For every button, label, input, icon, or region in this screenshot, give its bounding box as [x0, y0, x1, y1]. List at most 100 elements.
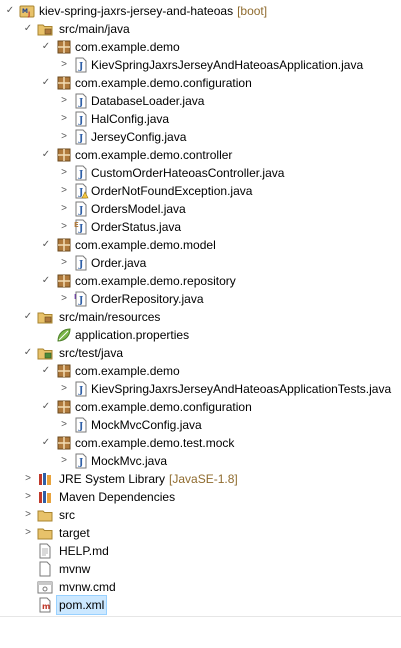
tree-row-file-application-tests[interactable]: > J KievSpringJaxrsJerseyAndHateoasAppli… [0, 380, 401, 398]
chevron-down-icon[interactable]: ✓ [40, 362, 52, 380]
tree-label: com.example.demo.controller [75, 148, 233, 162]
chevron-down-icon[interactable]: ✓ [4, 2, 16, 20]
java-file-icon: J [73, 255, 89, 271]
chevron-right-icon[interactable]: > [58, 290, 70, 308]
chevron-down-icon[interactable]: ✓ [40, 236, 52, 254]
package-icon [56, 39, 72, 55]
tree-row-file-pom[interactable]: m pom.xml [0, 595, 401, 615]
tree-label: mvnw.cmd [59, 580, 116, 594]
tree-row-file-application[interactable]: > J KievSpringJaxrsJerseyAndHateoasAppli… [0, 56, 401, 74]
tree-row-file-application-properties[interactable]: application.properties [0, 326, 401, 344]
tree-label: HalConfig.java [91, 112, 170, 126]
svg-text:J: J [78, 62, 83, 72]
chevron-right-icon[interactable]: > [58, 380, 70, 398]
tree-label: com.example.demo.test.mock [75, 436, 235, 450]
tree-label: OrderStatus.java [91, 220, 182, 234]
tree-row-file-order-status[interactable]: > JE OrderStatus.java [0, 218, 401, 236]
tree-row-maven-dependencies[interactable]: > Maven Dependencies [0, 488, 401, 506]
chevron-down-icon[interactable]: ✓ [40, 398, 52, 416]
tree-row-package-repository[interactable]: ✓ com.example.demo.repository [0, 272, 401, 290]
tree-row-file-custom-controller[interactable]: > J CustomOrderHateoasController.java [0, 164, 401, 182]
tree-row-file-mockmvc[interactable]: > J MockMvc.java [0, 452, 401, 470]
chevron-right-icon[interactable]: > [58, 56, 70, 74]
chevron-right-icon[interactable]: > [22, 488, 34, 506]
chevron-right-icon[interactable]: > [22, 506, 34, 524]
tree-label: application.properties [75, 328, 190, 342]
tree-row-file-jersey-config[interactable]: > J JerseyConfig.java [0, 128, 401, 146]
svg-text:J: J [27, 11, 30, 18]
chevron-down-icon[interactable]: ✓ [22, 344, 34, 362]
svg-text:J: J [78, 134, 83, 144]
java-enum-file-icon: JE [73, 219, 89, 235]
chevron-down-icon[interactable]: ✓ [40, 272, 52, 290]
chevron-right-icon[interactable]: > [58, 92, 70, 110]
tree-row-file-help[interactable]: HELP.md [0, 542, 401, 560]
chevron-down-icon[interactable]: ✓ [22, 308, 34, 326]
chevron-down-icon[interactable]: ✓ [40, 74, 52, 92]
tree-label: com.example.demo.configuration [75, 76, 252, 90]
tree-row-folder-src[interactable]: > src [0, 506, 401, 524]
tree-row-package-controller[interactable]: ✓ com.example.demo.controller [0, 146, 401, 164]
svg-text:m: m [42, 602, 50, 611]
tree-row-src-main-resources[interactable]: ✓ src/main/resources [0, 308, 401, 326]
chevron-down-icon[interactable]: ✓ [40, 146, 52, 164]
java-file-icon: J [73, 57, 89, 73]
tree-row-package-demo[interactable]: ✓ com.example.demo [0, 38, 401, 56]
tree-row-file-not-found-exception[interactable]: > J OrderNotFoundException.java [0, 182, 401, 200]
tree-row-file-orders-model[interactable]: > J OrdersModel.java [0, 200, 401, 218]
chevron-right-icon[interactable]: > [22, 524, 34, 542]
chevron-down-icon[interactable]: ✓ [40, 434, 52, 452]
tree-label: src/main/resources [59, 310, 161, 324]
tree-row-file-mockmvc-config[interactable]: > J MockMvcConfig.java [0, 416, 401, 434]
tree-row-test-package-demo[interactable]: ✓ com.example.demo [0, 362, 401, 380]
tree-row-src-test-java[interactable]: ✓ src/test/java [0, 344, 401, 362]
tree-row-folder-target[interactable]: > target [0, 524, 401, 542]
chevron-right-icon[interactable]: > [58, 452, 70, 470]
java-file-icon: J [73, 417, 89, 433]
chevron-right-icon[interactable]: > [58, 416, 70, 434]
tree-row-jre-library[interactable]: > JRE System Library [JavaSE-1.8] [0, 470, 401, 488]
source-folder-icon [37, 309, 53, 325]
tree-label: DatabaseLoader.java [91, 94, 205, 108]
library-icon [37, 489, 53, 505]
tree-row-file-mvnw-cmd[interactable]: mvnw.cmd [0, 578, 401, 596]
tree-row-package-model[interactable]: ✓ com.example.demo.model [0, 236, 401, 254]
library-icon [37, 471, 53, 487]
package-icon [56, 75, 72, 91]
svg-text:E: E [74, 221, 79, 229]
tree-row-project[interactable]: ✓ MJ kiev-spring-jaxrs-jersey-and-hateoa… [0, 2, 401, 20]
chevron-down-icon[interactable]: ✓ [40, 38, 52, 56]
tree-label: KievSpringJaxrsJerseyAndHateoasApplicati… [91, 382, 392, 396]
tree-row-test-package-configuration[interactable]: ✓ com.example.demo.configuration [0, 398, 401, 416]
tree-row-file-order[interactable]: > J Order.java [0, 254, 401, 272]
tree-label: pom.xml [55, 595, 108, 615]
chevron-right-icon[interactable]: > [58, 128, 70, 146]
tree-label: OrderRepository.java [91, 292, 204, 306]
tree-row-test-package-mock[interactable]: ✓ com.example.demo.test.mock [0, 434, 401, 452]
chevron-right-icon[interactable]: > [58, 200, 70, 218]
tree-label: src/main/java [59, 22, 130, 36]
java-file-icon: J [73, 453, 89, 469]
tree-label: target [59, 526, 90, 540]
tree-label: com.example.demo [75, 364, 180, 378]
tree-row-src-main-java[interactable]: ✓ src/main/java [0, 20, 401, 38]
tree-row-package-configuration[interactable]: ✓ com.example.demo.configuration [0, 74, 401, 92]
chevron-right-icon[interactable]: > [58, 218, 70, 236]
java-interface-file-icon: JI [73, 291, 89, 307]
tree-label: OrderNotFoundException.java [91, 184, 253, 198]
chevron-right-icon[interactable]: > [58, 164, 70, 182]
svg-text:J: J [78, 422, 83, 432]
chevron-down-icon[interactable]: ✓ [22, 20, 34, 38]
command-file-icon [37, 579, 53, 595]
tree-row-file-mvnw[interactable]: mvnw [0, 560, 401, 578]
tree-label: mvnw [59, 562, 91, 576]
tree-row-file-order-repository[interactable]: > JI OrderRepository.java [0, 290, 401, 308]
tree-row-file-hal-config[interactable]: > J HalConfig.java [0, 110, 401, 128]
test-source-folder-icon [37, 345, 53, 361]
tree-row-file-database-loader[interactable]: > J DatabaseLoader.java [0, 92, 401, 110]
chevron-right-icon[interactable]: > [22, 470, 34, 488]
chevron-right-icon[interactable]: > [58, 182, 70, 200]
chevron-right-icon[interactable]: > [58, 254, 70, 272]
java-file-icon: J [73, 93, 89, 109]
chevron-right-icon[interactable]: > [58, 110, 70, 128]
